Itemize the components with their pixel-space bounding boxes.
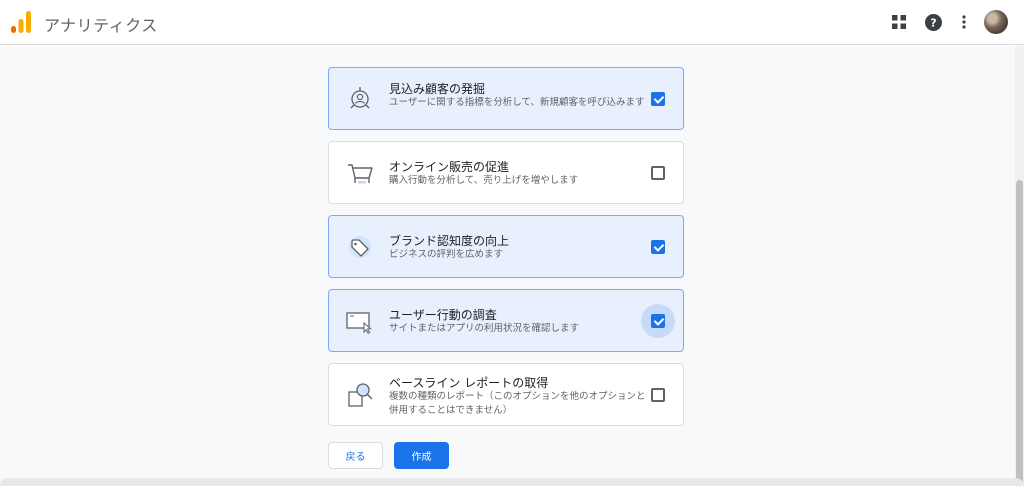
apps-grid-icon[interactable]	[888, 11, 910, 33]
option-card-lead-generation[interactable]: 見込み顧客の発掘 ユーザーに関する指標を分析して、新規顧客を呼び込みます	[328, 67, 684, 130]
more-vert-icon[interactable]	[953, 11, 975, 33]
option-card-brand-awareness[interactable]: ブランド認知度の向上 ビジネスの評判を広めます	[328, 215, 684, 278]
option-card-user-behavior[interactable]: ユーザー行動の調査 サイトまたはアプリの利用状況を確認します	[328, 289, 684, 352]
bottom-edge	[0, 478, 1024, 486]
option-title: 見込み顧客の発掘	[389, 82, 486, 96]
top-app-bar: アナリティクス ?	[0, 0, 1024, 45]
scrollbar-thumb[interactable]	[1016, 180, 1023, 486]
baseline-report-icon	[348, 382, 373, 407]
back-button[interactable]: 戻る	[328, 442, 383, 469]
create-button[interactable]: 作成	[394, 442, 449, 469]
option-description: ユーザーに関する指標を分析して、新規顧客を呼び込みます	[389, 97, 645, 108]
option-checkbox[interactable]	[651, 92, 665, 106]
option-description: 複数の種類のレポート（このオプションを他のオプションと併用することはできません）	[389, 391, 646, 416]
tag-icon	[349, 235, 371, 258]
screen-cursor-icon	[346, 311, 372, 334]
account-avatar[interactable]	[984, 10, 1008, 34]
option-description: ビジネスの評判を広めます	[389, 249, 504, 260]
option-description: サイトまたはアプリの利用状況を確認します	[389, 323, 580, 334]
cart-icon	[348, 163, 373, 183]
option-title: ベースライン レポートの取得	[389, 376, 549, 390]
option-title: ユーザー行動の調査	[389, 308, 497, 322]
analytics-logo[interactable]	[11, 11, 31, 33]
option-description: 購入行動を分析して、売り上げを増やします	[389, 175, 579, 186]
svg-text:?: ?	[930, 16, 936, 29]
option-card-baseline-reports[interactable]: ベースライン レポートの取得 複数の種類のレポート（このオプションを他のオプショ…	[328, 363, 684, 426]
option-checkbox[interactable]	[651, 166, 665, 180]
app-title: アナリティクス	[44, 16, 158, 35]
option-checkbox[interactable]	[651, 314, 665, 328]
lead-target-icon	[350, 86, 370, 108]
option-checkbox[interactable]	[651, 388, 665, 402]
option-card-online-sales[interactable]: オンライン販売の促進 購入行動を分析して、売り上げを増やします	[328, 141, 684, 204]
option-title: オンライン販売の促進	[389, 160, 510, 174]
help-icon[interactable]: ?	[922, 11, 944, 33]
option-checkbox[interactable]	[651, 240, 665, 254]
option-title: ブランド認知度の向上	[389, 234, 510, 248]
